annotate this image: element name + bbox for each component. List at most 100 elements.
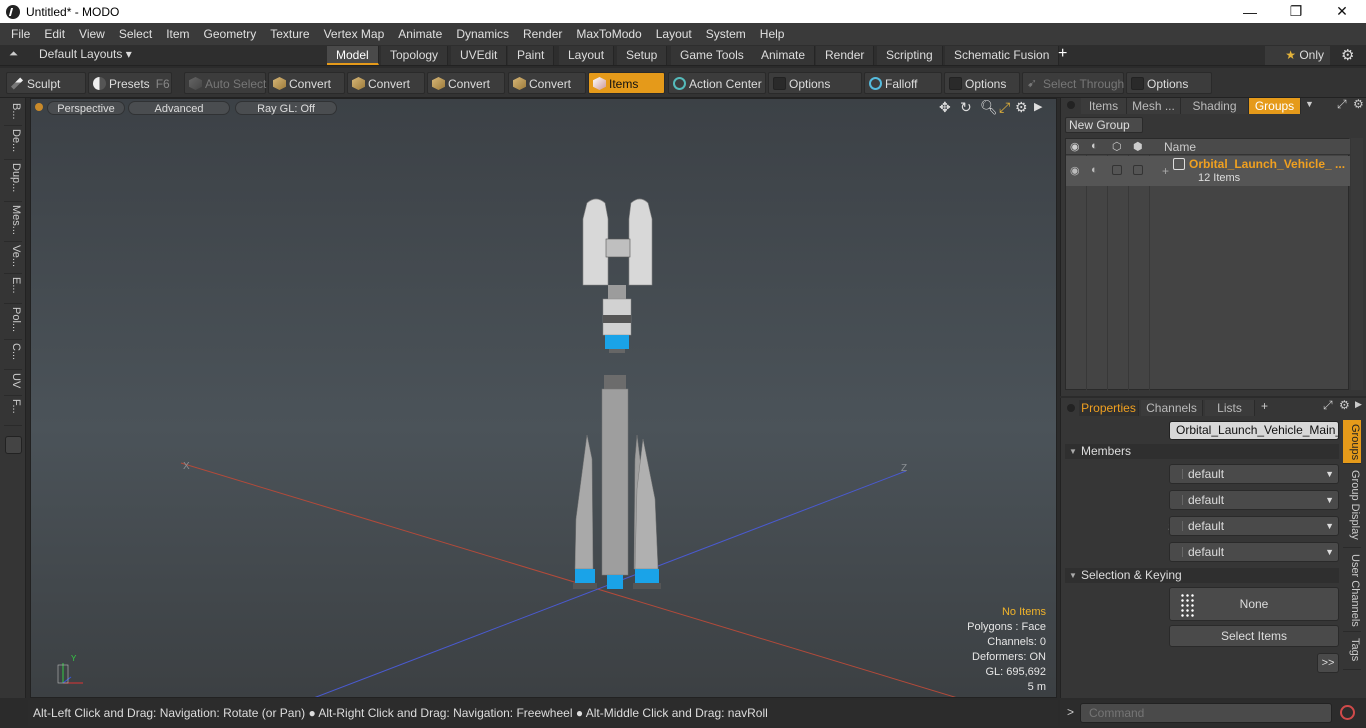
tab-scripting[interactable]: Scripting (877, 46, 943, 65)
options-button-3[interactable]: Options (1126, 72, 1212, 94)
auto-select-button[interactable]: Auto Select (184, 72, 266, 94)
tab-layout[interactable]: Layout (559, 46, 615, 65)
side-tab-tags[interactable]: Tags (1343, 634, 1361, 670)
falloff-button[interactable]: Falloff (864, 72, 942, 94)
select-through-button[interactable]: ➹ Select Through (1022, 72, 1124, 94)
tab-game-tools[interactable]: Game Tools (671, 46, 754, 65)
left-tab-duplicate[interactable]: Dup... (4, 160, 22, 202)
row-select-checkbox[interactable] (1112, 165, 1122, 175)
options-button-1[interactable]: Options (768, 72, 862, 94)
default-layouts-dropdown[interactable]: Default Layouts ▾ (39, 47, 132, 61)
menu-dynamics[interactable]: Dynamics (449, 27, 516, 41)
maximize-panel-icon[interactable]: ⤢ (1323, 398, 1333, 413)
gear-icon[interactable]: ⚙ (1341, 46, 1354, 64)
tab-channels[interactable]: Channels (1141, 400, 1203, 416)
presets-button[interactable]: Presets F6 (88, 72, 172, 94)
left-tab-uv[interactable]: UV (4, 370, 22, 396)
tab-paint[interactable]: Paint (508, 46, 555, 65)
row-render-icon[interactable]: ◐ (1091, 164, 1098, 176)
command-input[interactable] (1080, 703, 1332, 723)
lock-icon[interactable]: ⬢ (1133, 140, 1143, 153)
left-tab-mesh[interactable]: Mes... (4, 202, 22, 242)
convert-button-4[interactable]: Convert (508, 72, 586, 94)
add-tab-button[interactable]: + (1261, 399, 1268, 413)
add-tab-button[interactable]: + (1058, 45, 1067, 63)
options-button-2[interactable]: Options (944, 72, 1020, 94)
menu-render[interactable]: Render (516, 27, 569, 41)
selection-keying-section[interactable]: Selection & Keying (1065, 568, 1339, 583)
name-field[interactable]: Orbital_Launch_Vehicle_Main_Pai (1169, 421, 1339, 440)
group-row[interactable]: ◉ ◐ + Orbital_Launch_Vehicle_ ... 12 Ite… (1066, 156, 1350, 186)
tab-model[interactable]: Model (327, 46, 379, 65)
menu-system[interactable]: System (699, 27, 753, 41)
menu-view[interactable]: View (72, 27, 112, 41)
panel-menu-dot-icon[interactable] (1067, 101, 1075, 109)
left-strip-toggle-button[interactable] (5, 436, 22, 454)
tab-items[interactable]: Items (1081, 98, 1127, 114)
tab-setup[interactable]: Setup (617, 46, 668, 65)
collapse-up-icon[interactable]: ⏶ (9, 48, 18, 61)
groups-scrollbar[interactable] (1351, 138, 1363, 390)
side-tab-groups[interactable]: Groups (1343, 420, 1361, 464)
panel-menu-dot-icon[interactable] (1067, 404, 1075, 412)
select-items-button[interactable]: Select Items (1169, 625, 1339, 647)
left-tab-polygon[interactable]: Pol... (4, 304, 22, 340)
menu-select[interactable]: Select (112, 27, 159, 41)
left-tab-fusion[interactable]: F... (4, 396, 22, 426)
tab-topology[interactable]: Topology (381, 46, 449, 65)
menu-geometry[interactable]: Geometry (197, 27, 264, 41)
visibility-eye-icon[interactable]: ◉ (1070, 140, 1080, 153)
menu-vertex-map[interactable]: Vertex Map (317, 27, 392, 41)
row-lock-checkbox[interactable] (1133, 165, 1143, 175)
tab-animate[interactable]: Animate (752, 46, 816, 65)
render-icon[interactable]: ◐ (1091, 140, 1098, 152)
visible-dropdown[interactable]: default ▼ (1169, 464, 1339, 484)
menu-maxtomodo[interactable]: MaxToModo (569, 27, 648, 41)
left-tab-edge[interactable]: E... (4, 274, 22, 304)
none-button[interactable]: None (1169, 587, 1339, 621)
sculpt-button[interactable]: Sculpt (6, 72, 86, 94)
left-tab-curve[interactable]: C... (4, 340, 22, 370)
left-tab-vertex[interactable]: Ve... (4, 242, 22, 274)
menu-edit[interactable]: Edit (37, 27, 72, 41)
convert-button-1[interactable]: Convert (268, 72, 345, 94)
menu-texture[interactable]: Texture (263, 27, 316, 41)
side-tab-group-display[interactable]: Group Display (1343, 466, 1361, 548)
render-dropdown[interactable]: default ▼ (1169, 490, 1339, 510)
tab-properties[interactable]: Properties (1079, 400, 1139, 416)
left-tab-deform[interactable]: De... (4, 126, 22, 160)
tab-lists[interactable]: Lists (1205, 400, 1255, 416)
record-icon[interactable] (1340, 705, 1355, 720)
menu-file[interactable]: File (4, 27, 37, 41)
expand-plus-icon[interactable]: + (1162, 164, 1169, 178)
menu-layout[interactable]: Layout (649, 27, 699, 41)
left-tab-basic[interactable]: B... (4, 100, 22, 126)
convert-button-2[interactable]: Convert (347, 72, 425, 94)
tabs-dropdown-icon[interactable]: ▼ (1305, 99, 1314, 109)
tab-schematic-fusion[interactable]: Schematic Fusion (945, 46, 1060, 65)
more-button[interactable]: >> (1317, 653, 1339, 673)
selectable-dropdown[interactable]: default ▼ (1169, 516, 1339, 536)
tab-shading[interactable]: Shading (1181, 98, 1249, 114)
row-visibility-icon[interactable]: ◉ (1070, 164, 1080, 177)
panel-expand-icon[interactable]: ▶ (1355, 399, 1362, 410)
name-column-header[interactable]: Name (1164, 140, 1196, 154)
locked-dropdown[interactable]: default ▼ (1169, 542, 1339, 562)
menu-item[interactable]: Item (159, 27, 196, 41)
tab-mesh[interactable]: Mesh ... (1127, 98, 1181, 114)
items-button[interactable]: Items (588, 72, 665, 94)
only-toggle[interactable]: ★ Only (1265, 46, 1330, 65)
convert-button-3[interactable]: Convert (427, 72, 505, 94)
close-button[interactable]: ✕ (1319, 0, 1365, 23)
restore-button[interactable]: ❐ (1273, 0, 1319, 23)
select-lock-icon[interactable]: ⬡ (1112, 140, 1122, 153)
side-tab-user-channels[interactable]: User Channels (1343, 550, 1361, 632)
menu-animate[interactable]: Animate (391, 27, 449, 41)
3d-viewport[interactable]: Perspective Advanced Ray GL: Off ✥ ↻ 🔍︎ … (30, 98, 1057, 698)
tab-groups[interactable]: Groups (1249, 98, 1301, 114)
new-group-button[interactable]: New Group (1065, 117, 1143, 133)
tab-uvedit[interactable]: UVEdit (451, 46, 508, 65)
action-center-button[interactable]: Action Center (668, 72, 766, 94)
panel-options-icon[interactable]: ⚙ (1339, 398, 1350, 412)
members-section[interactable]: Members (1065, 444, 1339, 459)
